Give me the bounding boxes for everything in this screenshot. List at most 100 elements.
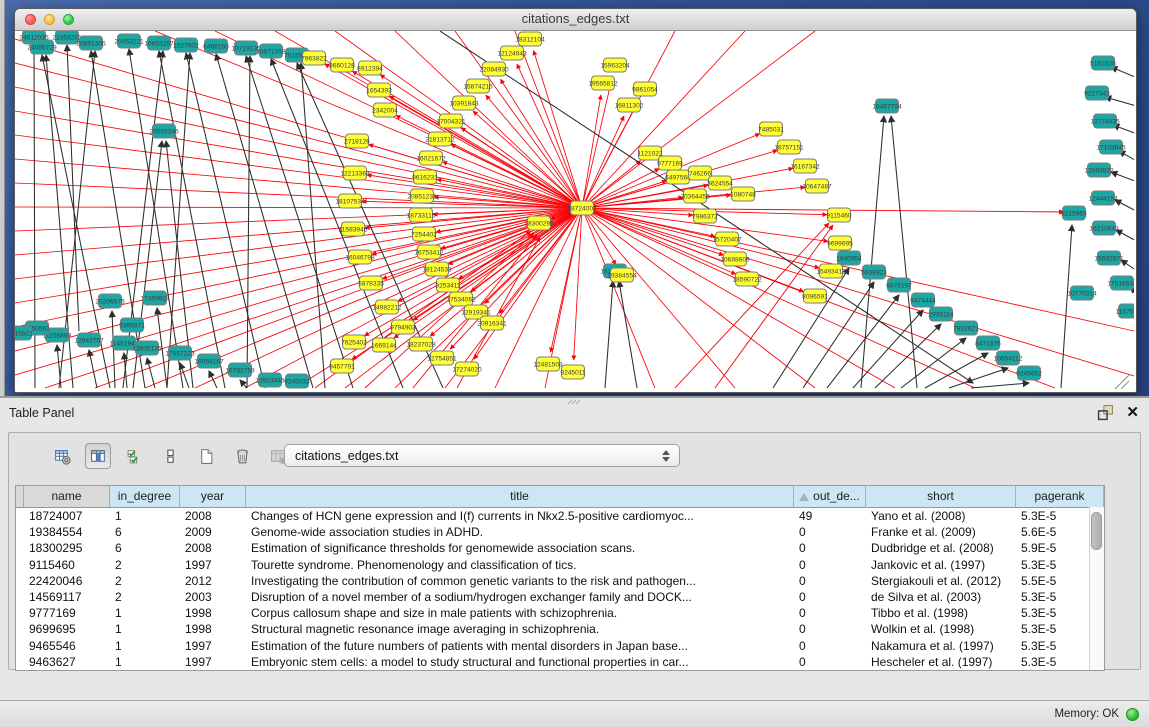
graph-node-label: 12444154 <box>1088 195 1118 202</box>
graph-node-label: 20053346 <box>149 128 179 135</box>
table-row[interactable]: 1938455462009Genome-wide association stu… <box>16 524 1104 540</box>
graph-node-label: 9794903 <box>390 324 416 331</box>
graph-node-label: 14982212 <box>372 304 402 311</box>
graph-node-label: 9457791 <box>329 363 355 370</box>
delete-rows-icon[interactable] <box>229 443 255 469</box>
graph-node-label: 12774435 <box>1090 118 1120 125</box>
table-cell: 9115460 <box>24 557 110 573</box>
graph-node-label: 1640954 <box>836 255 862 262</box>
citation-network-graph[interactable]: 2461203521358201240557292069140620453221… <box>15 31 1134 391</box>
row-gutter-cell <box>16 540 24 556</box>
sort-ascending-icon <box>799 493 809 501</box>
close-panel-icon[interactable]: ✕ <box>1126 405 1139 421</box>
table-cell: 18724007 <box>24 508 110 524</box>
graph-node-label: 2935114 <box>928 311 954 318</box>
row-gutter-cell <box>16 573 24 589</box>
graph-node-label: 24055729 <box>27 44 57 51</box>
graph-node-label: 20364456 <box>680 193 710 200</box>
graph-node-label: 16782759 <box>225 367 255 374</box>
float-panel-icon[interactable] <box>1097 404 1114 421</box>
table-cell: 0 <box>794 540 866 556</box>
graph-node-label: 16753412 <box>414 249 444 256</box>
column-header-short[interactable]: short <box>866 486 1016 507</box>
table-cell: Corpus callosum shape and size in male p… <box>246 605 794 621</box>
table-row[interactable]: 946362711997Embryonic stem cells: a mode… <box>16 654 1104 670</box>
graph-node-label: 16210643 <box>1089 225 1119 232</box>
graph-node-label: 9245652 <box>1016 370 1042 377</box>
table-cell: 49 <box>794 508 866 524</box>
close-window-button[interactable] <box>25 14 36 25</box>
table-row[interactable]: 969969511998Structural magnetic resonanc… <box>16 621 1104 637</box>
graph-node-label: 12754851 <box>427 355 457 362</box>
canvas-resize-grip[interactable] <box>1115 375 1129 389</box>
table-cell: 1 <box>110 621 180 637</box>
graph-node-label: 6879197 <box>886 282 912 289</box>
table-cell: 6 <box>110 540 180 556</box>
panel-title: Table Panel <box>9 406 74 420</box>
scrollbar-thumb[interactable] <box>1091 512 1102 550</box>
table-settings-icon[interactable] <box>49 443 75 469</box>
table-cell: 2008 <box>180 540 246 556</box>
splitter-grip-icon[interactable] <box>567 399 581 405</box>
graph-node-label: 1654393 <box>366 87 392 94</box>
table-cell: Tibbo et al. (1998) <box>866 605 1016 621</box>
graph-node-label: 5161628 <box>1090 60 1116 67</box>
table-cell: Wolkin et al. (1998) <box>866 621 1016 637</box>
table-cell: 19384554 <box>24 524 110 540</box>
graph-node-label: 20691406 <box>76 40 106 47</box>
table-cell: 2 <box>110 589 180 605</box>
graph-node-label: 10647487 <box>802 183 832 190</box>
table-cell: 0 <box>794 605 866 621</box>
table-cell: 2008 <box>180 508 246 524</box>
show-columns-icon[interactable] <box>85 443 111 469</box>
table-row[interactable]: 946554611997Estimation of the future num… <box>16 638 1104 654</box>
table-cell: 9777169 <box>24 605 110 621</box>
new-table-icon[interactable] <box>193 443 219 469</box>
table-row[interactable]: 1872400712008Changes of HCN gene express… <box>16 508 1104 524</box>
column-header-pagerank[interactable]: pagerank <box>1016 486 1104 507</box>
graph-node-label: 12919341 <box>461 309 491 316</box>
desktop-background: citations_edges.txt 24612035213582012405… <box>0 0 1149 396</box>
network-view-window: citations_edges.txt 24612035213582012405… <box>14 8 1137 393</box>
column-header-title[interactable]: title <box>246 486 794 507</box>
table-cell: 0 <box>794 573 866 589</box>
table-row[interactable]: 911546021997Tourette syndrome. Phenomeno… <box>16 557 1104 573</box>
memory-status-label: Memory: OK <box>1054 708 1119 720</box>
row-height-icon[interactable] <box>157 443 183 469</box>
graph-node-label: 12124943 <box>497 50 527 57</box>
select-rows-icon[interactable] <box>121 443 147 469</box>
table-row[interactable]: 2242004622012Investigating the contribut… <box>16 573 1104 589</box>
graph-node-label: 16811302 <box>615 102 644 109</box>
table-cell: Structural magnetic resonance image aver… <box>246 621 794 637</box>
vertical-scrollbar[interactable] <box>1089 507 1104 670</box>
column-header-year[interactable]: year <box>180 486 246 507</box>
table-cell: 1 <box>110 654 180 670</box>
row-gutter-cell <box>16 638 24 654</box>
minimize-window-button[interactable] <box>44 14 55 25</box>
column-header-name[interactable]: name <box>24 486 110 507</box>
column-header-out_de[interactable]: out_de... <box>794 486 866 507</box>
table-source-dropdown[interactable]: citations_edges.txt <box>284 444 680 467</box>
zoom-window-button[interactable] <box>63 14 74 25</box>
graph-node-label: 17534062 <box>446 296 476 303</box>
window-titlebar[interactable]: citations_edges.txt <box>15 9 1136 31</box>
graph-node-label: 17957223 <box>165 350 195 357</box>
table-cell: 1 <box>110 508 180 524</box>
graph-node-label: 21813712 <box>425 136 455 143</box>
table-row[interactable]: 1830029562008Estimation of significance … <box>16 540 1104 556</box>
table-cell: 2003 <box>180 589 246 605</box>
table-cell: Nakamura et al. (1997) <box>866 638 1016 654</box>
graph-node-label: 12213363 <box>340 170 370 177</box>
row-gutter-cell <box>16 605 24 621</box>
graph-node-label: 9474444 <box>910 297 936 304</box>
column-header-in_degree[interactable]: in_degree <box>110 486 180 507</box>
table-row[interactable]: 977716911998Corpus callosum shape and si… <box>16 605 1104 621</box>
network-canvas[interactable]: 2461203521358201240557292069140620453221… <box>15 31 1134 391</box>
table-row[interactable]: 1456911722003Disruption of a novel membe… <box>16 589 1104 605</box>
graph-node-label: 10654112 <box>994 355 1023 362</box>
table-cell: 9463627 <box>24 654 110 670</box>
graph-node-label: 20916341 <box>477 320 507 327</box>
graph-node-label: 18757151 <box>774 144 804 151</box>
graph-node-label: 19565812 <box>588 80 618 87</box>
table-cell: Yano et al. (2008) <box>866 508 1016 524</box>
